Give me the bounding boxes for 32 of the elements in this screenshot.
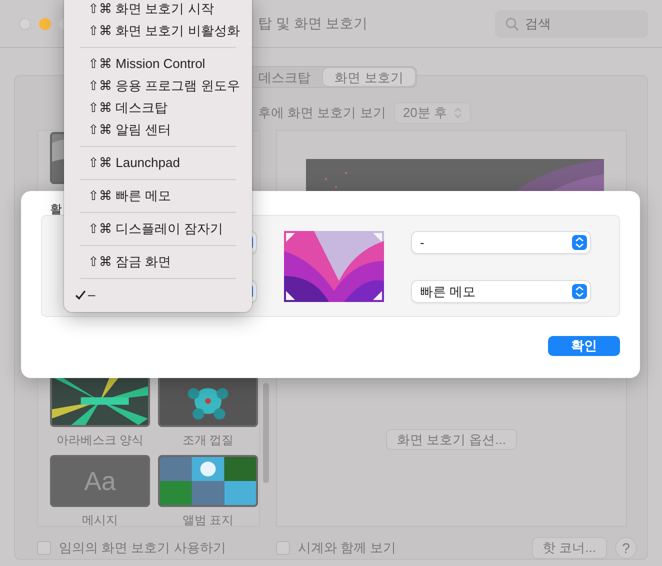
- checkbox[interactable]: [37, 541, 51, 555]
- menu-item[interactable]: ⇧⌘ Launchpad: [70, 152, 246, 174]
- screen-saver-name: 앨범 표지: [181, 512, 235, 529]
- menu-item[interactable]: ⇧⌘ 알림 센터: [70, 119, 246, 141]
- window-title: 탑 및 화면 보호기: [258, 14, 368, 33]
- screen-saver-name: 조개 껍질: [181, 432, 235, 449]
- checkbox-label: 임의의 화면 보호기 사용하기: [59, 539, 226, 558]
- corner-action-select[interactable]: 빠른 메모: [412, 281, 590, 302]
- menu-item[interactable]: ⇧⌘ 데스크탑: [70, 97, 246, 119]
- menu-item[interactable]: ⇧⌘ 빠른 메모: [70, 185, 246, 207]
- menu-item[interactable]: ⇧⌘ 응용 프로그램 윈도우: [70, 75, 246, 97]
- stepper-icon: [572, 284, 587, 299]
- menu-item[interactable]: ⇧⌘ 화면 보호기 비활성화: [70, 20, 246, 42]
- corner-action-select[interactable]: -: [412, 232, 590, 253]
- menu-item[interactable]: ⇧⌘ Mission Control: [70, 53, 246, 75]
- checkbox[interactable]: [276, 541, 290, 555]
- checkmark-icon: [75, 290, 86, 300]
- menu-item[interactable]: –: [70, 284, 246, 306]
- scrollbar[interactable]: [263, 383, 269, 483]
- checkbox-label: 시계와 함께 보기: [298, 539, 396, 558]
- menu-item[interactable]: ⇧⌘ 화면 보호기 시작: [70, 0, 246, 20]
- menu-item[interactable]: ⇧⌘ 잠금 화면: [70, 251, 246, 273]
- ok-button[interactable]: 확인: [548, 336, 620, 356]
- search-field[interactable]: 검색: [495, 10, 648, 38]
- minimize-button[interactable]: [39, 18, 51, 30]
- idle-label: 후에 화면 보호기 보기: [258, 104, 386, 122]
- screen-saver-name: 메시지: [81, 512, 119, 529]
- menu-item[interactable]: ⇧⌘ 디스플레이 잠자기: [70, 218, 246, 240]
- stepper-icon: [454, 107, 462, 119]
- sheet-title: 활: [50, 202, 62, 216]
- screen-saver-name: 아라베스크 양식: [55, 432, 145, 449]
- stepper-icon: [572, 235, 587, 250]
